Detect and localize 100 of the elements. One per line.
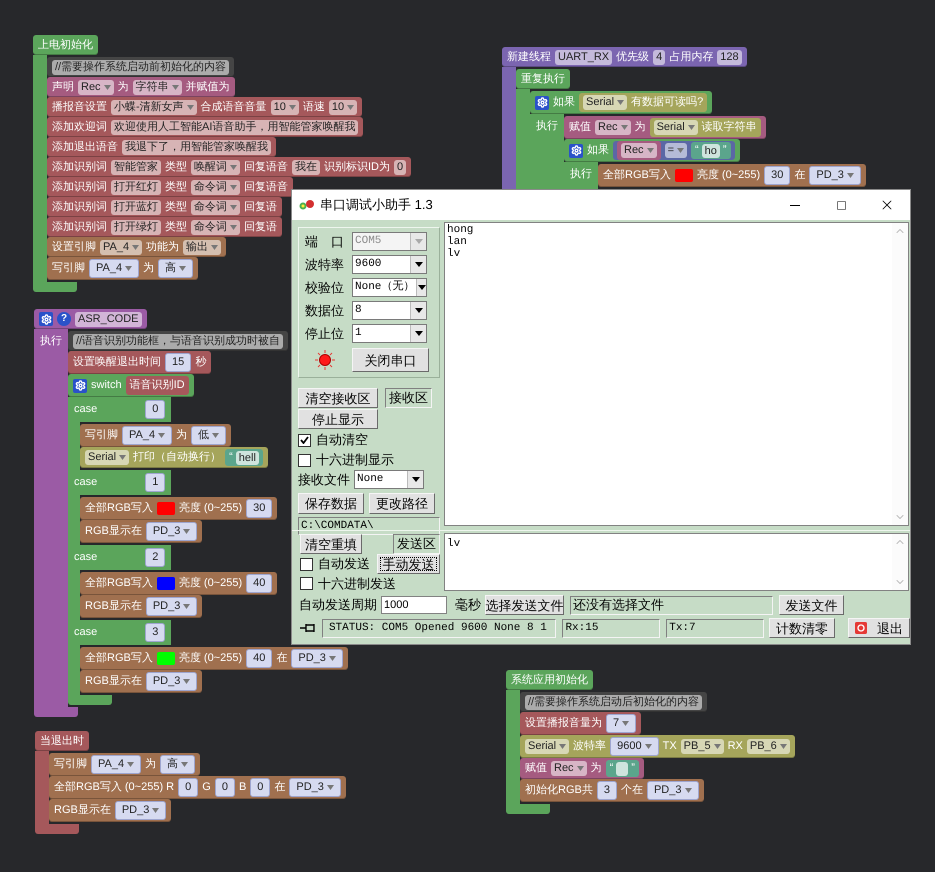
block-dropdown[interactable]: PB_5	[680, 739, 724, 754]
value-dropdown[interactable]: PD_3	[289, 778, 341, 797]
value-input[interactable]: 0	[250, 778, 270, 797]
save-data-button[interactable]: 保存数据	[298, 492, 364, 514]
block[interactable]: 全部RGB写入 亮度 (0~255) 30	[80, 497, 278, 520]
block-dropdown[interactable]: Serial	[654, 120, 698, 135]
block[interactable]: Serial 打印（自动换行） “ hell	[80, 447, 268, 468]
block[interactable]: ? ASR_CODE	[34, 309, 147, 329]
block[interactable]: 赋值 Rec 为 “ ”	[520, 758, 644, 779]
clear-refill-button[interactable]: 清空重填	[300, 534, 362, 554]
block[interactable]: Serial 波特率 9600 TX PB_5 RX PB_6	[520, 735, 795, 758]
value-dropdown[interactable]: PD_3	[291, 649, 343, 668]
block-field[interactable]: ASR_CODE	[75, 312, 142, 326]
dropdown[interactable]: None	[354, 470, 424, 490]
block-dropdown[interactable]: 小蝶-清新女声	[111, 100, 197, 114]
value-dropdown[interactable]: PD_3	[146, 597, 198, 616]
block[interactable]: 全部RGB写入 亮度 (0~255) 40	[80, 572, 278, 595]
value-input[interactable]: 40	[246, 574, 272, 593]
send-file-button[interactable]: 发送文件	[779, 595, 844, 615]
block-field[interactable]: 128	[717, 50, 742, 64]
block-dropdown[interactable]: Rec	[78, 80, 114, 94]
block-dropdown[interactable]: 唤醒词	[191, 160, 240, 174]
value-input[interactable]: 3	[596, 781, 617, 800]
text-field[interactable]: ho	[702, 144, 720, 158]
block-dropdown[interactable]: 字符串	[132, 80, 182, 94]
value-input[interactable]: 40	[246, 649, 272, 668]
value-dropdown[interactable]: PD_3	[114, 801, 166, 820]
dropdown[interactable]: None（无）	[352, 278, 427, 297]
value-dropdown[interactable]: 高	[158, 259, 194, 278]
value-dropdown[interactable]: PD_3	[146, 672, 198, 691]
value-block[interactable]: 语音识别ID	[126, 376, 189, 395]
block[interactable]: 初始化RGB共 3 个在 PD_3	[520, 779, 704, 802]
block[interactable]: 添加识别词 打开红灯 类型 命令词 回复语音	[47, 177, 293, 197]
block[interactable]: 全部RGB写入 (0~255) R 0 G 0 B 0 在 PD_3	[49, 776, 346, 799]
value-input[interactable]: 1	[145, 473, 166, 492]
block[interactable]: 设置播报音量为 7	[520, 712, 642, 735]
block[interactable]: 声明 Rec 为 字符串 并赋值为	[47, 77, 235, 97]
value-input[interactable]: 15	[165, 353, 192, 372]
choose-file-button[interactable]: 选择发送文件	[485, 595, 564, 615]
value-dropdown[interactable]: PD_3	[809, 166, 861, 185]
block[interactable]: 如果 Serial 有数据可读吗?	[530, 91, 712, 114]
value-dropdown[interactable]: PA_4	[89, 259, 140, 278]
value-input[interactable]: 0	[214, 778, 235, 797]
block-dropdown[interactable]: 命令词	[191, 180, 240, 194]
block-dropdown[interactable]: Serial	[85, 450, 130, 465]
value-input[interactable]: 0	[178, 778, 198, 797]
stop-display-button[interactable]: 停止显示	[298, 409, 378, 429]
block-dropdown[interactable]: PB_6	[746, 739, 790, 754]
block-dropdown[interactable]: 10	[270, 100, 299, 114]
block[interactable]: 当退出时	[35, 731, 89, 751]
block-field[interactable]: 欢迎使用人工智能AI语音助手，用智能管家唤醒我	[111, 120, 358, 134]
send-area[interactable]: lv	[444, 533, 909, 591]
block-field[interactable]: //需要操作系统启动前初始化的内容	[52, 60, 230, 74]
block[interactable]: 添加退出语音 我退下了，用智能管家唤醒我	[47, 137, 276, 157]
block-field[interactable]: 我在	[292, 160, 320, 174]
value-dropdown[interactable]: PA_4	[122, 426, 172, 445]
block[interactable]: RGB显示在 PD_3	[80, 595, 202, 618]
value-input[interactable]: 30	[246, 499, 272, 518]
value-input[interactable]: 3	[145, 623, 166, 642]
manual-send-button[interactable]: 手动发送	[377, 554, 440, 574]
block[interactable]: RGB显示在 PD_3	[80, 520, 202, 543]
block[interactable]: 添加识别词 打开绿灯 类型 命令词 回复语	[47, 217, 282, 237]
block[interactable]: 添加欢迎词 欢迎使用人工智能AI语音助手，用智能管家唤醒我	[47, 117, 364, 137]
block-dropdown[interactable]: 10	[328, 100, 358, 114]
value-block[interactable]: Serial 有数据可读吗?	[579, 93, 708, 112]
value-input[interactable]: 0	[145, 400, 166, 419]
exit-button[interactable]: 退出	[848, 618, 910, 638]
value-input[interactable]: 2	[145, 548, 166, 567]
block[interactable]: 播报音设置 小蝶-清新女声 合成语音音量 10 语速 10	[47, 97, 362, 117]
dropdown[interactable]: 8	[352, 301, 427, 320]
value-dropdown[interactable]: 9600	[610, 737, 659, 756]
block-dropdown[interactable]: Serial	[583, 95, 628, 110]
block-dropdown[interactable]: 命令词	[191, 200, 240, 214]
block[interactable]: RGB显示在 PD_3	[80, 670, 202, 693]
block[interactable]: switch 语音识别ID	[68, 374, 194, 397]
value-dropdown[interactable]: 高	[160, 755, 196, 774]
block[interactable]: //语音识别功能框，与语音识别成功时被自	[68, 331, 288, 351]
block-field[interactable]: //语音识别功能框，与语音识别成功时被自	[73, 334, 284, 348]
text-field[interactable]: hell	[236, 450, 259, 464]
block-field[interactable]: UART_RX	[555, 50, 612, 64]
block-dropdown[interactable]: Rec	[551, 761, 587, 776]
block[interactable]: 写引脚 PA_4 为 低	[80, 424, 232, 447]
change-path-button[interactable]: 更改路径	[369, 492, 435, 514]
block[interactable]: RGB显示在 PD_3	[49, 799, 172, 822]
block[interactable]: //需要操作系统启动前初始化的内容	[47, 57, 234, 77]
block-field[interactable]: 4	[653, 50, 666, 64]
value-dropdown[interactable]: PD_3	[146, 522, 198, 541]
block-dropdown[interactable]: PA_4	[100, 240, 142, 254]
block[interactable]: 设置引脚 PA_4 功能为 输出	[47, 237, 226, 257]
block[interactable]: 新建线程 UART_RX 优先级 4 占用内存 128	[502, 47, 747, 67]
block-dropdown[interactable]: Rec	[621, 143, 657, 158]
block-field[interactable]: 打开红灯	[111, 180, 161, 194]
block[interactable]: 全部RGB写入 亮度 (0~255) 40 在 PD_3	[80, 647, 348, 670]
dropdown[interactable]: 9600	[352, 255, 427, 274]
value-block[interactable]: Rec = “ ho ”	[613, 141, 735, 160]
block-field[interactable]: 打开绿灯	[111, 220, 161, 234]
clear-receive-button[interactable]: 清空接收区	[298, 388, 378, 408]
period-field[interactable]: 1000	[381, 596, 447, 614]
value-dropdown[interactable]: PD_3	[646, 781, 698, 800]
block[interactable]: //需要操作系统启动后初始化的内容	[520, 692, 708, 712]
